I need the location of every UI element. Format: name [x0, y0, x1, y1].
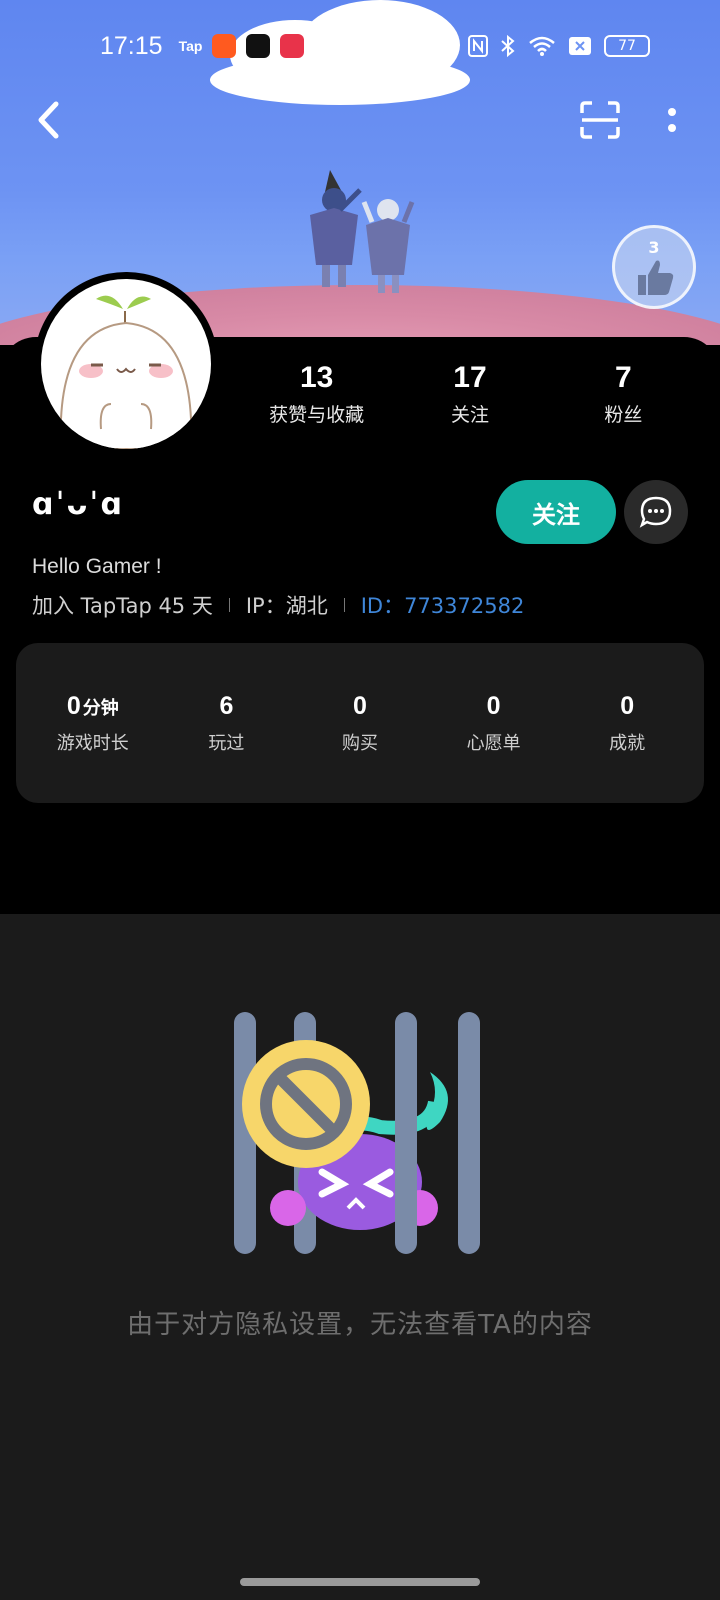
app-icon	[314, 34, 339, 58]
sim-off-icon	[569, 37, 591, 55]
count-value: 13	[299, 361, 334, 394]
avatar-image	[41, 279, 211, 449]
like-badge[interactable]: 3	[612, 225, 696, 309]
bio-text: Hello Gamer !	[32, 555, 162, 578]
divider	[343, 598, 345, 612]
scan-icon	[580, 101, 620, 139]
more-vertical-icon	[668, 108, 676, 132]
scan-button[interactable]	[578, 98, 622, 142]
stat-value: 6	[219, 691, 234, 720]
stat-achievements[interactable]: 0 成就	[560, 692, 694, 755]
tiktok-icon	[246, 34, 271, 58]
video-icon	[280, 34, 305, 58]
stat-value: 0	[353, 691, 367, 720]
taobao-icon	[212, 34, 237, 58]
divider	[228, 598, 230, 612]
nfc-icon	[468, 35, 488, 57]
battery-indicator: 77	[604, 35, 650, 57]
mochi-character-icon	[59, 295, 193, 449]
chevron-left-icon	[38, 101, 59, 139]
privacy-notice: 由于对方隐私设置，无法查看TA的内容	[127, 1310, 593, 1340]
stat-label: 成就	[609, 732, 646, 754]
follow-button[interactable]: 关注	[496, 480, 616, 544]
ip-location: IP：湖北	[245, 594, 328, 618]
wifi-icon	[529, 36, 555, 56]
count-followers[interactable]: 7 粉丝	[547, 358, 700, 427]
game-stats-card: 0 分钟 游戏时长 6 玩过 0 购买 0 心愿单 0 成就	[16, 643, 704, 803]
stat-value: 0	[620, 691, 635, 720]
count-value: 17	[453, 361, 487, 394]
dot-icon: ●	[348, 38, 361, 54]
stat-label: 玩过	[208, 732, 245, 754]
count-label: 粉丝	[604, 404, 643, 426]
private-content-section: 由于对方隐私设置，无法查看TA的内容	[0, 914, 720, 1600]
bluetooth-icon	[501, 34, 515, 58]
user-id[interactable]: ID：773372582	[361, 590, 525, 620]
chat-bubble-icon	[639, 496, 672, 528]
tap-app-icon: Tap	[178, 38, 203, 54]
stat-purchased[interactable]: 0 购买	[293, 692, 427, 755]
nickname: ɑˈᴗˈɑ	[32, 487, 124, 522]
stat-playtime[interactable]: 0 分钟 游戏时长	[26, 692, 160, 755]
badge-number: 3	[648, 237, 660, 257]
stat-played[interactable]: 6 玩过	[160, 692, 294, 755]
battery-level: 77	[618, 38, 636, 54]
stat-unit: 分钟	[82, 697, 119, 719]
status-bar: 17:15 Tap ● 77	[0, 28, 720, 64]
stat-label: 游戏时长	[56, 732, 129, 754]
message-button[interactable]	[624, 480, 688, 544]
thumbs-up-icon	[638, 260, 674, 295]
count-value: 7	[614, 361, 632, 394]
home-indicator[interactable]	[240, 1578, 480, 1586]
status-time: 17:15	[100, 31, 163, 60]
profile-counts: 13 获赞与收藏 17 关注 7 粉丝	[240, 358, 700, 427]
stat-label: 购买	[341, 732, 378, 754]
stat-wishlist[interactable]: 0 心愿单	[427, 692, 561, 755]
profile-meta: 加入 TapTap 45 天 IP：湖北 ID：773372582	[32, 590, 524, 620]
joined-days: 加入 TapTap 45 天	[32, 594, 213, 618]
stat-label: 心愿单	[466, 732, 521, 754]
count-label: 关注	[450, 404, 489, 426]
count-likes[interactable]: 13 获赞与收藏	[240, 358, 393, 427]
stat-value: 0	[66, 691, 81, 720]
avatar[interactable]	[34, 272, 218, 456]
back-button[interactable]	[26, 98, 70, 142]
more-button[interactable]	[650, 98, 694, 142]
count-label: 获赞与收藏	[269, 404, 365, 426]
count-following[interactable]: 17 关注	[393, 358, 546, 427]
character-figures	[310, 170, 415, 293]
blocked-ghost-icon	[234, 1012, 480, 1254]
stat-value: 0	[486, 691, 501, 720]
